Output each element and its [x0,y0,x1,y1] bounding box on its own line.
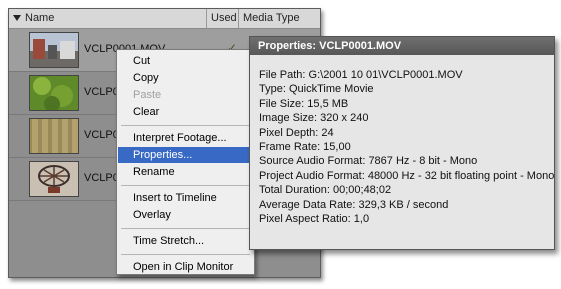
property-source-audio-format: Source Audio Format: 7867 Hz - 8 bit - M… [259,155,478,168]
menu-item-copy[interactable]: Copy [118,70,253,86]
menu-item-time-stretch[interactable]: Time Stretch... [118,233,253,249]
column-name-label: Name [25,12,55,24]
menu-item-interpret-footage[interactable]: Interpret Footage... [118,130,253,146]
menu-item-clear[interactable]: Clear [118,104,253,120]
property-type: Type: QuickTime Movie [259,83,374,96]
clip-thumbnail-street [29,32,79,68]
properties-panel: Properties: VCLP0001.MOV File Path: G:\2… [249,36,555,250]
sort-triangle-icon [13,15,21,22]
property-pixel-aspect-ratio: Pixel Aspect Ratio: 1,0 [259,212,370,225]
menu-separator [121,185,250,186]
menu-item-overlay[interactable]: Overlay [118,207,253,223]
menu-item-insert-to-timeline[interactable]: Insert to Timeline [118,190,253,206]
property-file-size: File Size: 15,5 MB [259,97,349,110]
menu-item-rename[interactable]: Rename [118,164,253,180]
menu-separator [121,125,250,126]
property-file-path: File Path: G:\2001 10 01\VCLP0001.MOV [259,69,463,81]
clip-thumbnail-fence [29,118,79,154]
menu-item-properties[interactable]: Properties... [118,147,253,163]
properties-title[interactable]: Properties: VCLP0001.MOV [250,37,554,55]
clip-name: VCLP0 [84,129,119,141]
menu-item-cut[interactable]: Cut [118,53,253,69]
property-pixel-depth: Pixel Depth: 24 [259,126,334,139]
menu-separator [121,254,250,255]
bin-header: Name Used Media Type [9,9,320,29]
clip-name: VCLP0 [84,172,119,184]
properties-body: File Path: G:\2001 10 01\VCLP0001.MOV Ty… [259,68,555,226]
column-header-name[interactable]: Name [9,9,207,28]
clip-name: VCLP0 [84,86,119,98]
property-total-duration: Total Duration: 00;00;48;02 [259,184,392,197]
column-header-used[interactable]: Used [207,9,239,28]
menu-item-paste[interactable]: Paste [118,87,253,103]
clip-thumbnail-drawing [29,161,79,197]
property-image-size: Image Size: 320 x 240 [259,112,369,125]
context-menu: Cut Copy Paste Clear Interpret Footage..… [116,49,255,275]
property-average-data-rate: Average Data Rate: 329,3 KB / second [259,198,449,211]
menu-separator [121,228,250,229]
property-frame-rate: Frame Rate: 15,00 [259,140,351,153]
clip-thumbnail-foliage [29,75,79,111]
column-header-media-type[interactable]: Media Type [239,9,320,28]
menu-item-open-in-clip-monitor[interactable]: Open in Clip Monitor [118,259,253,275]
property-project-audio-format: Project Audio Format: 48000 Hz - 32 bit … [259,169,555,182]
